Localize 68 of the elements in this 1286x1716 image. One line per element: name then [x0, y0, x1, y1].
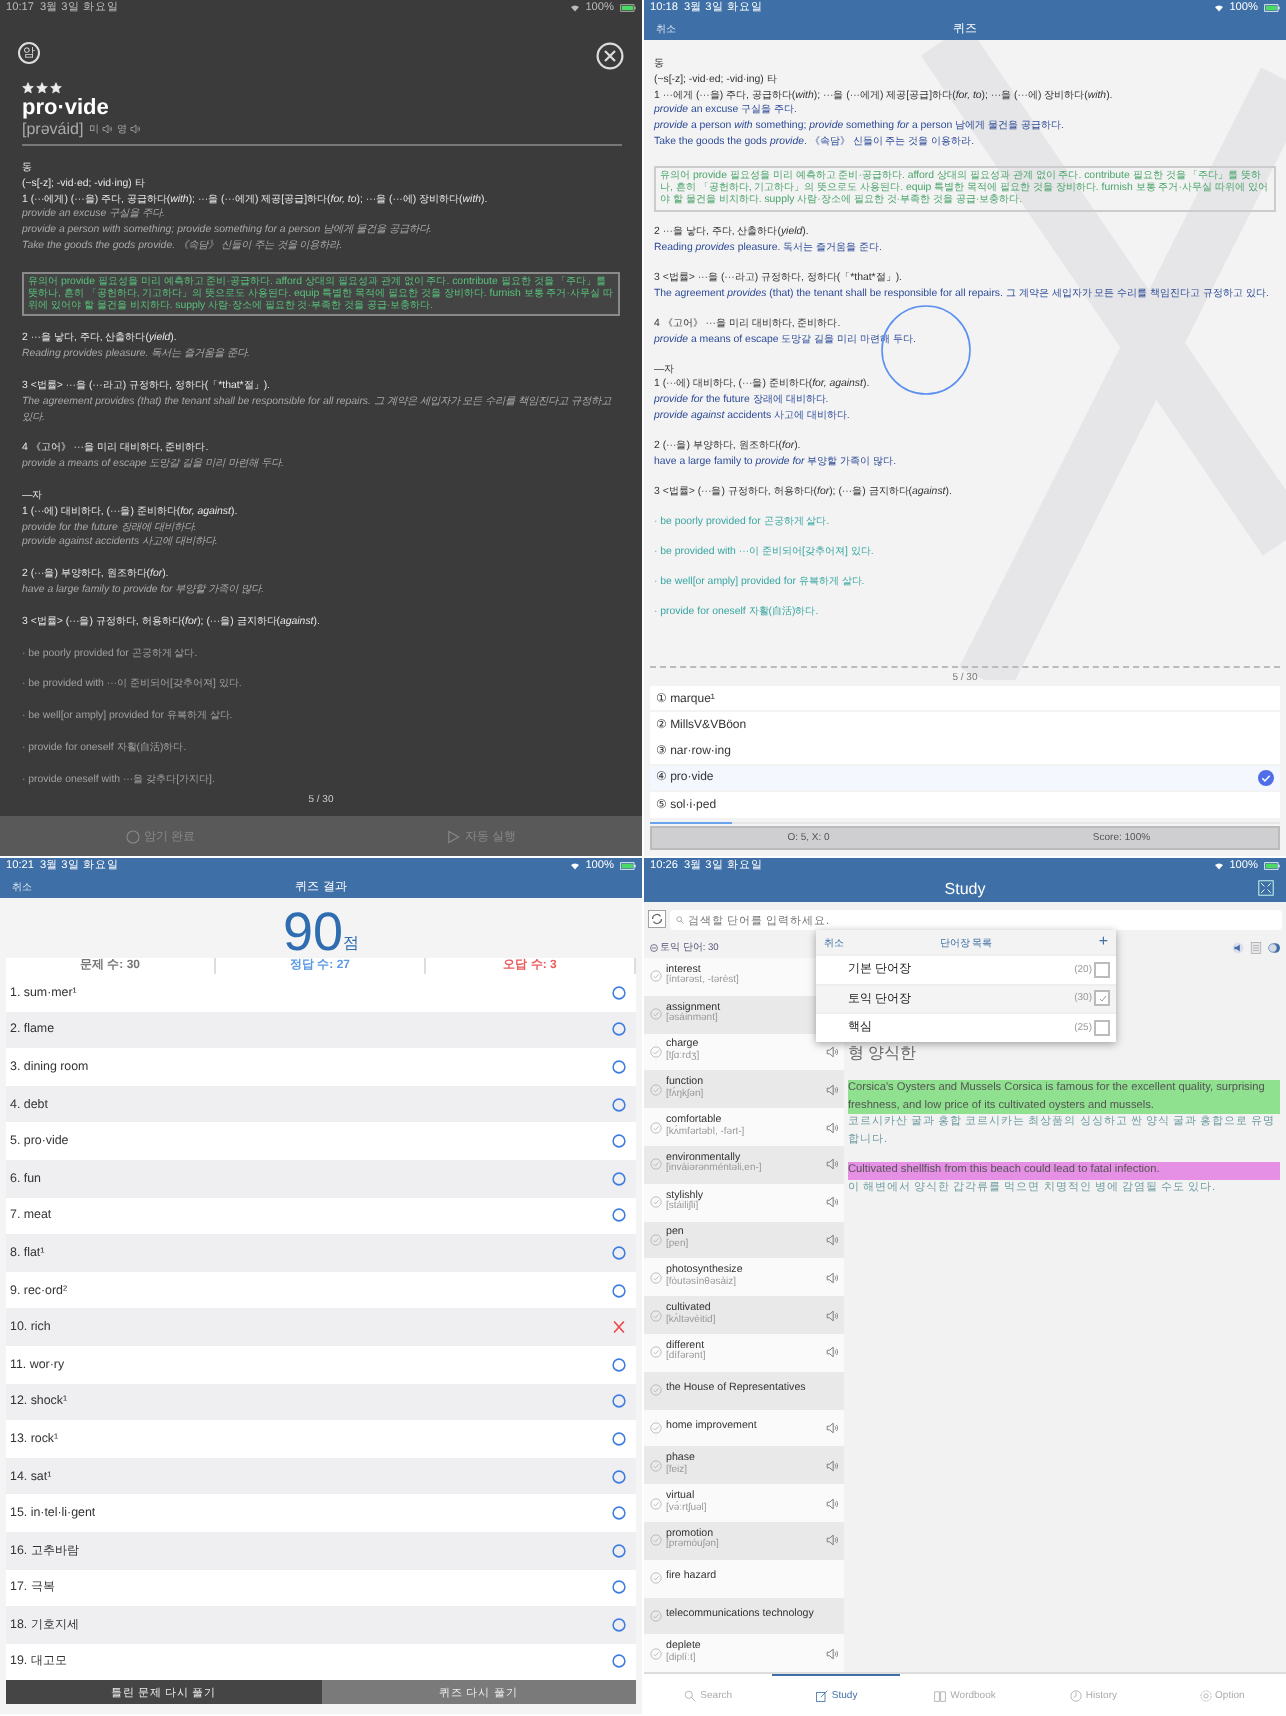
gear-icon — [1199, 1689, 1212, 1701]
speaker-icon[interactable] — [826, 1459, 838, 1472]
score-unit: 점 — [343, 932, 360, 954]
check-circle-icon[interactable] — [650, 970, 662, 983]
check-circle-icon[interactable] — [650, 1309, 662, 1322]
check-circle-icon[interactable] — [650, 1459, 662, 1472]
check-circle-icon[interactable] — [650, 1647, 662, 1660]
check-circle-icon[interactable] — [650, 1083, 662, 1096]
search-icon — [684, 1689, 697, 1701]
wifi-icon — [569, 4, 580, 12]
speaker-icon[interactable] — [826, 1233, 838, 1246]
collapse-icon[interactable] — [650, 943, 658, 951]
speaker-icon[interactable] — [826, 1158, 838, 1171]
battery-icon — [620, 862, 636, 870]
refresh-button[interactable] — [648, 910, 666, 928]
speaker-icon[interactable] — [826, 1421, 838, 1434]
check-circle-icon[interactable] — [650, 1158, 662, 1171]
close-icon[interactable] — [596, 42, 624, 70]
check-circle-icon[interactable] — [650, 1609, 662, 1622]
search-icon — [676, 915, 684, 923]
checkbox[interactable] — [1094, 961, 1110, 978]
play-icon — [446, 829, 461, 843]
clock-icon — [1069, 1689, 1082, 1701]
book-icon — [934, 1689, 947, 1701]
document-icon[interactable] — [1250, 941, 1262, 953]
meaning-text: 형 양식한 — [848, 1042, 919, 1064]
speaker-icon[interactable] — [1232, 941, 1244, 953]
checkbox[interactable] — [1094, 1019, 1110, 1036]
check-circle-icon[interactable] — [650, 1497, 662, 1510]
wifi-icon — [1213, 862, 1224, 870]
check-circle-icon[interactable] — [650, 1045, 662, 1058]
check-circle-icon[interactable] — [650, 1421, 662, 1434]
circle-icon — [125, 829, 140, 843]
speaker-icon[interactable] — [826, 1045, 838, 1058]
wifi-icon — [1213, 4, 1224, 12]
expand-button[interactable] — [1258, 880, 1274, 896]
speaker-icon[interactable] — [826, 1196, 838, 1209]
speaker-icon[interactable] — [826, 1083, 838, 1096]
check-circle-icon[interactable] — [650, 1196, 662, 1209]
battery-icon — [620, 4, 636, 12]
speaker-icon[interactable] — [826, 1309, 838, 1322]
add-button[interactable]: + — [1098, 934, 1108, 950]
check-circle-icon[interactable] — [650, 1346, 662, 1359]
score-value: 90 — [282, 906, 344, 958]
speaker-icon[interactable] — [826, 1271, 838, 1284]
wifi-icon — [569, 862, 580, 870]
pronunciation: [prəváid] — [22, 120, 84, 138]
nav-title: Study — [944, 879, 986, 897]
checkmark-icon — [1097, 993, 1107, 1004]
speaker-icon[interactable] — [826, 1497, 838, 1510]
battery-icon — [1264, 862, 1280, 870]
speaker-icon[interactable] — [826, 1121, 838, 1134]
headword: pro·vide — [20, 96, 111, 120]
battery-icon — [1264, 4, 1280, 12]
speaker-icon[interactable] — [826, 1534, 838, 1547]
check-circle-icon[interactable] — [650, 1233, 662, 1246]
speaker-icon[interactable] — [826, 1346, 838, 1359]
check-circle-icon[interactable] — [650, 1121, 662, 1134]
check-circle-icon[interactable] — [650, 1572, 662, 1585]
cards-icon[interactable] — [1268, 941, 1280, 953]
edit-icon — [815, 1689, 828, 1701]
checkbox[interactable] — [1094, 990, 1110, 1007]
check-circle-icon[interactable] — [650, 1008, 662, 1021]
check-icon — [1258, 769, 1274, 786]
check-circle-icon[interactable] — [650, 1271, 662, 1284]
check-circle-icon[interactable] — [650, 1534, 662, 1547]
speaker-icon[interactable] — [826, 1647, 838, 1660]
check-circle-icon[interactable] — [650, 1384, 662, 1397]
